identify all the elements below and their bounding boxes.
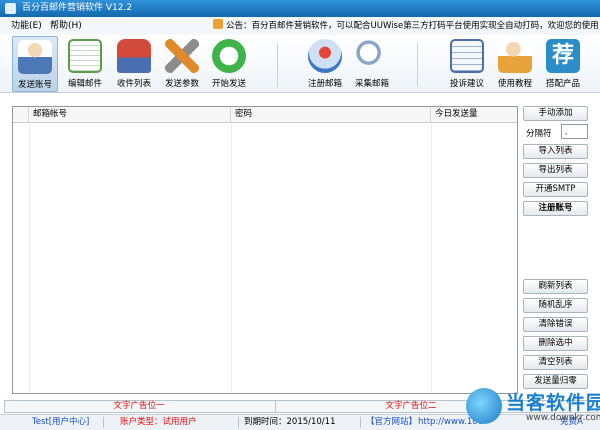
toolbar: 发送账号 编辑邮件 收件列表 发送参数 开始发送 注册邮箱 采集邮箱 投诉建议 …	[0, 35, 600, 93]
status-divider	[360, 417, 361, 428]
register-account-button[interactable]: 注册账号	[523, 201, 588, 216]
ad-slot-1[interactable]: 文字广告位一	[5, 401, 273, 412]
watermark-logo-icon	[466, 388, 502, 424]
app-icon	[5, 3, 16, 14]
start-send-icon	[212, 39, 246, 73]
column-header-email[interactable]: 邮箱帐号	[29, 107, 231, 122]
feedback-button[interactable]: 投诉建议	[444, 36, 490, 92]
watermark: 当客软件园 www.downkr.com	[466, 384, 600, 430]
watermark-title: 当客软件园	[506, 392, 600, 414]
export-list-button[interactable]: 导出列表	[523, 163, 588, 178]
status-divider	[103, 417, 104, 428]
menu-function[interactable]: 功能(E)	[11, 17, 42, 35]
account-table[interactable]: 邮箱帐号 密码 今日发送量	[12, 106, 518, 394]
speaker-icon	[213, 19, 223, 29]
recommend-icon: 荐	[546, 39, 580, 73]
menu-help[interactable]: 帮助(H)	[50, 17, 82, 35]
watermark-url: www.downkr.com	[526, 413, 600, 423]
title-bar: 百分百邮件营销软件 V12.2	[0, 0, 600, 17]
edit-mail-icon	[68, 39, 102, 73]
search-icon	[355, 39, 389, 73]
separator-input[interactable]	[561, 124, 588, 139]
notice-text: 公告：百分百邮件营销软件，可以配合UUWise第三方打码平台使用实现全自动打码，…	[226, 21, 600, 31]
random-order-button[interactable]: 随机乱序	[523, 298, 588, 313]
window-title: 百分百邮件营销软件 V12.2	[22, 3, 133, 13]
enable-smtp-button[interactable]: 开通SMTP	[523, 182, 588, 197]
notice-banner: 公告：百分百邮件营销软件，可以配合UUWise第三方打码平台使用实现全自动打码，…	[213, 17, 600, 35]
user-center-link[interactable]: Test[用户中心]	[32, 415, 89, 430]
start-send-button[interactable]: 开始发送	[206, 36, 252, 92]
tools-icon	[165, 39, 199, 73]
notebook-icon	[450, 39, 484, 73]
register-mailbox-icon	[308, 39, 342, 73]
mailbox-icon	[117, 39, 151, 73]
refresh-list-button[interactable]: 刷新列表	[523, 279, 588, 294]
column-header-password[interactable]: 密码	[231, 107, 431, 122]
edit-mail-button[interactable]: 编辑邮件	[62, 36, 108, 92]
column-divider	[431, 123, 432, 393]
tutorial-user-icon	[498, 39, 532, 73]
separator-label: 分隔符	[526, 129, 552, 139]
table-header: 邮箱帐号 密码 今日发送量	[13, 107, 517, 123]
delete-selected-button[interactable]: 删除选中	[523, 336, 588, 351]
clear-list-button[interactable]: 清空列表	[523, 355, 588, 370]
toolbar-separator	[417, 43, 418, 87]
send-params-button[interactable]: 发送参数	[159, 36, 205, 92]
expiry-date: 到期时间：2015/10/11	[244, 417, 336, 427]
tutorial-button[interactable]: 使用教程	[492, 36, 538, 92]
column-divider	[231, 123, 232, 393]
clear-errors-button[interactable]: 清除错误	[523, 317, 588, 332]
ad-divider	[275, 401, 276, 412]
user-account-icon	[18, 40, 52, 74]
account-type: 账户类型：试用用户	[120, 417, 197, 427]
bundle-products-button[interactable]: 荐 搭配产品	[540, 36, 586, 92]
column-header-today-sent[interactable]: 今日发送量	[431, 107, 517, 122]
official-site-label[interactable]: 【官方网站】	[366, 415, 417, 430]
column-divider	[29, 123, 30, 393]
register-mailbox-button[interactable]: 注册邮箱	[302, 36, 348, 92]
toolbar-separator	[277, 43, 278, 87]
manual-add-button[interactable]: 手动添加	[523, 106, 588, 121]
import-list-button[interactable]: 导入列表	[523, 144, 588, 159]
recipient-list-button[interactable]: 收件列表	[111, 36, 157, 92]
row-indicator-header	[13, 107, 29, 122]
send-account-button[interactable]: 发送账号	[12, 36, 58, 92]
collect-mailbox-button[interactable]: 采集邮箱	[349, 36, 395, 92]
status-divider	[238, 417, 239, 428]
